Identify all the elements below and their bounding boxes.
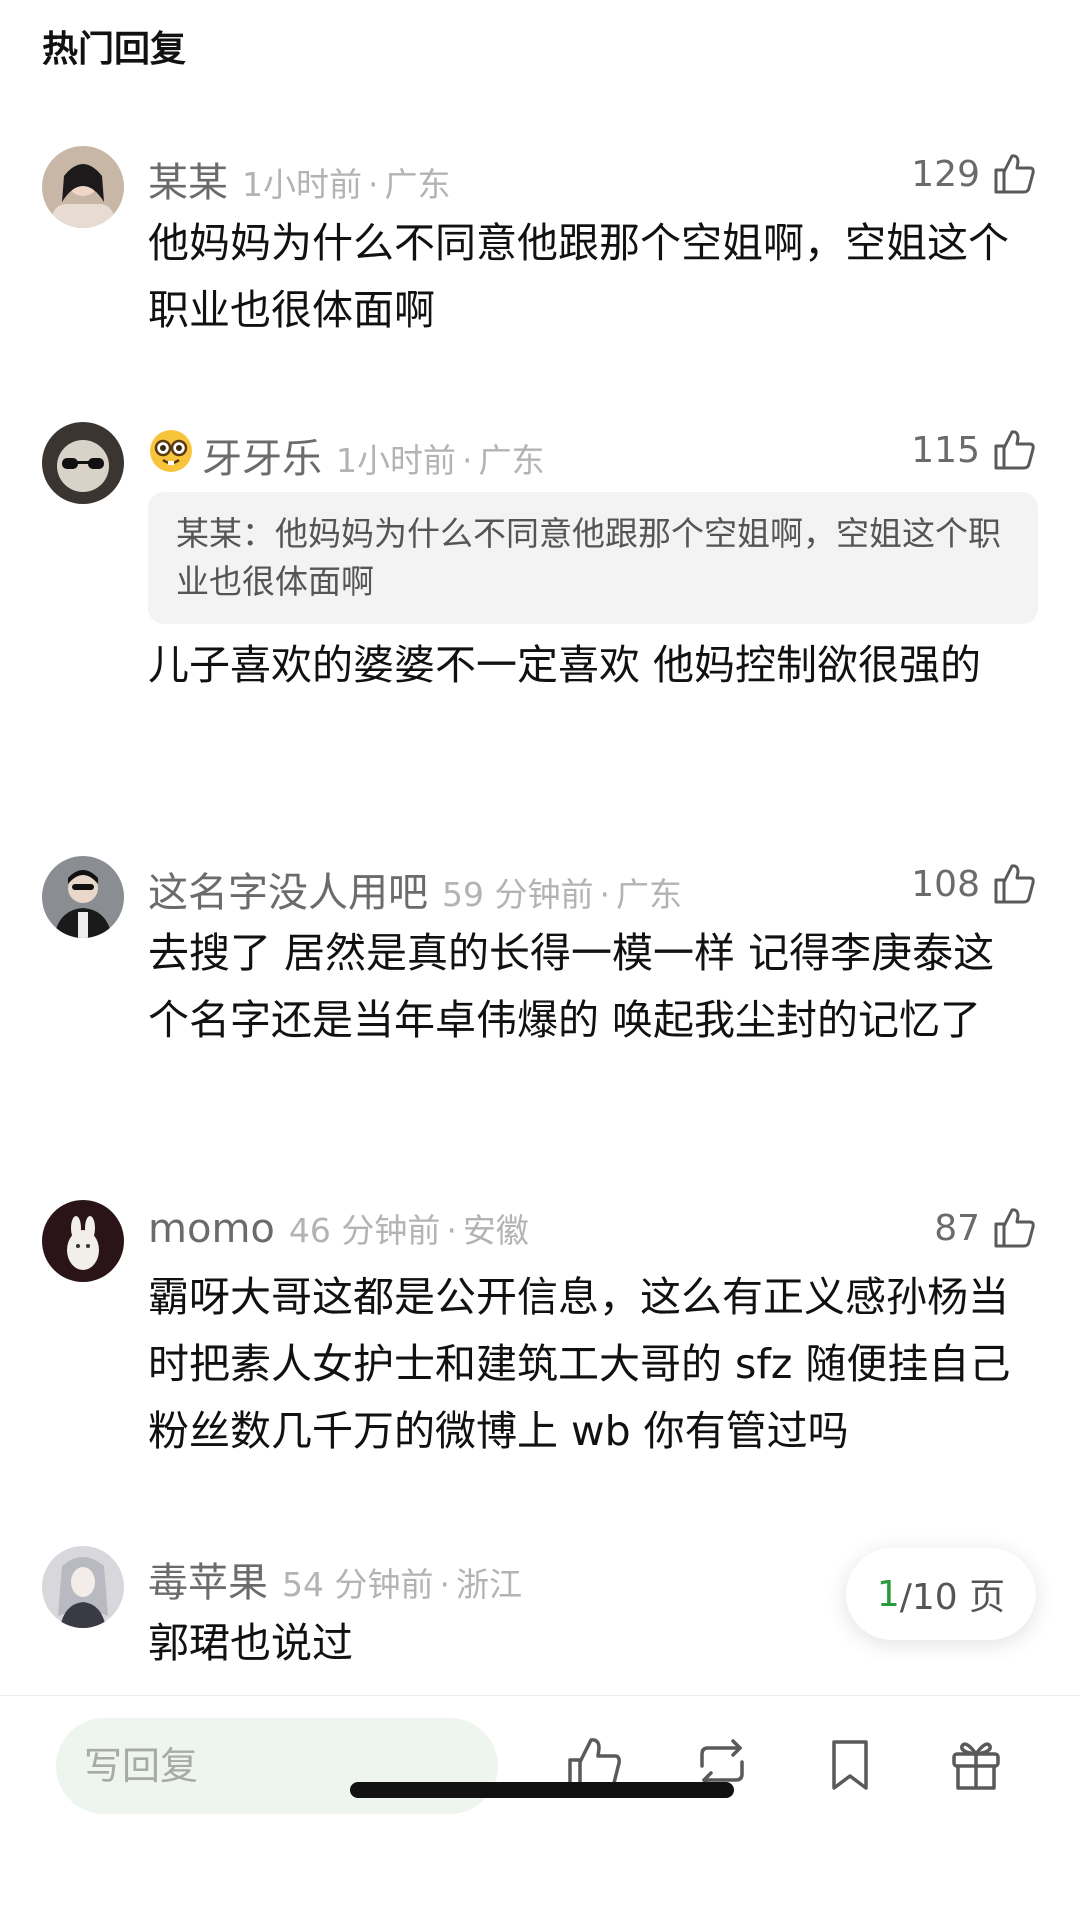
comment-item: momo 46 分钟前 · 安徽 87 霸呀大哥这都是公开信息，这么有正义感孙杨… [0,1200,1080,1470]
comment-meta: 毒苹果 54 分钟前 · 浙江 [148,1550,522,1606]
avatar[interactable] [42,422,124,504]
meta-separator: · [368,165,379,204]
thumbs-up-icon [990,150,1038,198]
comment-time: 1小时前 [336,441,456,480]
thumbs-up-icon [990,860,1038,908]
comment-meta: 某某 1小时前 · 广东 [148,150,451,206]
comment-meta: 牙牙乐 1小时前 · 广东 [148,426,545,482]
comment-time: 46 分钟前 [288,1211,441,1250]
like-count: 129 [911,153,980,195]
comment-text: 儿子喜欢的婆婆不一定喜欢 他妈控制欲很强的 [148,641,982,689]
like-button[interactable]: 129 [911,146,1038,202]
like-count: 108 [911,863,980,905]
comment-time: 1小时前 [242,165,362,204]
quoted-comment[interactable]: 某某：他妈妈为什么不同意他跟那个空姐啊，空姐这个职业也很体面啊 [148,492,1038,624]
thumbs-up-icon [990,1204,1038,1252]
like-button[interactable]: 87 [934,1200,1038,1256]
comment-text: 霸呀大哥这都是公开信息，这么有正义感孙杨当时把素人女护士和建筑工大哥的 sfz … [148,1273,1011,1455]
comment-item: 牙牙乐 1小时前 · 广东 115 某某：他妈妈为什么不同意他跟那个空姐啊，空姐… [0,422,1080,762]
comment-location: 广东 [478,441,545,480]
like-button[interactable]: 115 [911,422,1038,478]
comment-location: 安徽 [462,1211,529,1250]
username[interactable]: momo [148,1206,275,1252]
comment-text: 去搜了 居然是真的长得一模一样 记得李庚泰这个名字还是当年卓伟爆的 唤起我尘封的… [148,929,995,1044]
comment-item: 某某 1小时前 · 广东 129 他妈妈为什么不同意他跟那个空姐啊，空姐这个职业… [0,146,1080,356]
comment-location: 浙江 [455,1565,522,1604]
avatar[interactable] [42,1200,124,1282]
comment-text: 他妈妈为什么不同意他跟那个空姐啊，空姐这个职业也很体面啊 [148,219,1009,334]
username[interactable]: 毒苹果 [148,1550,268,1608]
home-indicator[interactable] [350,1782,734,1798]
username[interactable]: 这名字没人用吧 [148,860,428,918]
comment-meta: momo 46 分钟前 · 安徽 [148,1204,529,1254]
comment-time: 54 分钟前 [282,1565,434,1604]
comment-meta: 这名字没人用吧 59 分钟前 · 广东 [148,860,682,916]
bookmark-icon[interactable] [818,1732,882,1796]
reply-input[interactable] [56,1718,498,1814]
avatar[interactable] [42,146,124,228]
avatar[interactable] [42,1546,124,1628]
avatar[interactable] [42,856,124,938]
like-count: 115 [911,429,980,471]
comment-location: 广东 [615,875,682,914]
section-title: 热门回复 [42,29,187,70]
thumbs-up-icon [990,426,1038,474]
comment-item: 这名字没人用吧 59 分钟前 · 广东 108 去搜了 居然是真的长得一模一样 … [0,856,1080,1126]
bottom-action-bar [0,1695,1080,1925]
meta-separator: · [439,1565,450,1604]
meta-separator: · [446,1211,457,1250]
username[interactable]: 某某 [148,150,228,208]
nerd-face-emoji-icon [148,428,194,474]
current-page: 1 [876,1573,900,1615]
like-count: 87 [934,1207,980,1249]
username[interactable]: 牙牙乐 [202,426,322,484]
page-indicator[interactable]: 1/10 页 [846,1548,1036,1640]
meta-separator: · [462,441,473,480]
total-pages: /10 页 [899,1577,1006,1618]
meta-separator: · [599,875,610,914]
comment-location: 广东 [384,165,451,204]
gift-icon[interactable] [944,1732,1008,1796]
comment-time: 59 分钟前 [442,875,594,914]
like-button[interactable]: 108 [911,856,1038,912]
